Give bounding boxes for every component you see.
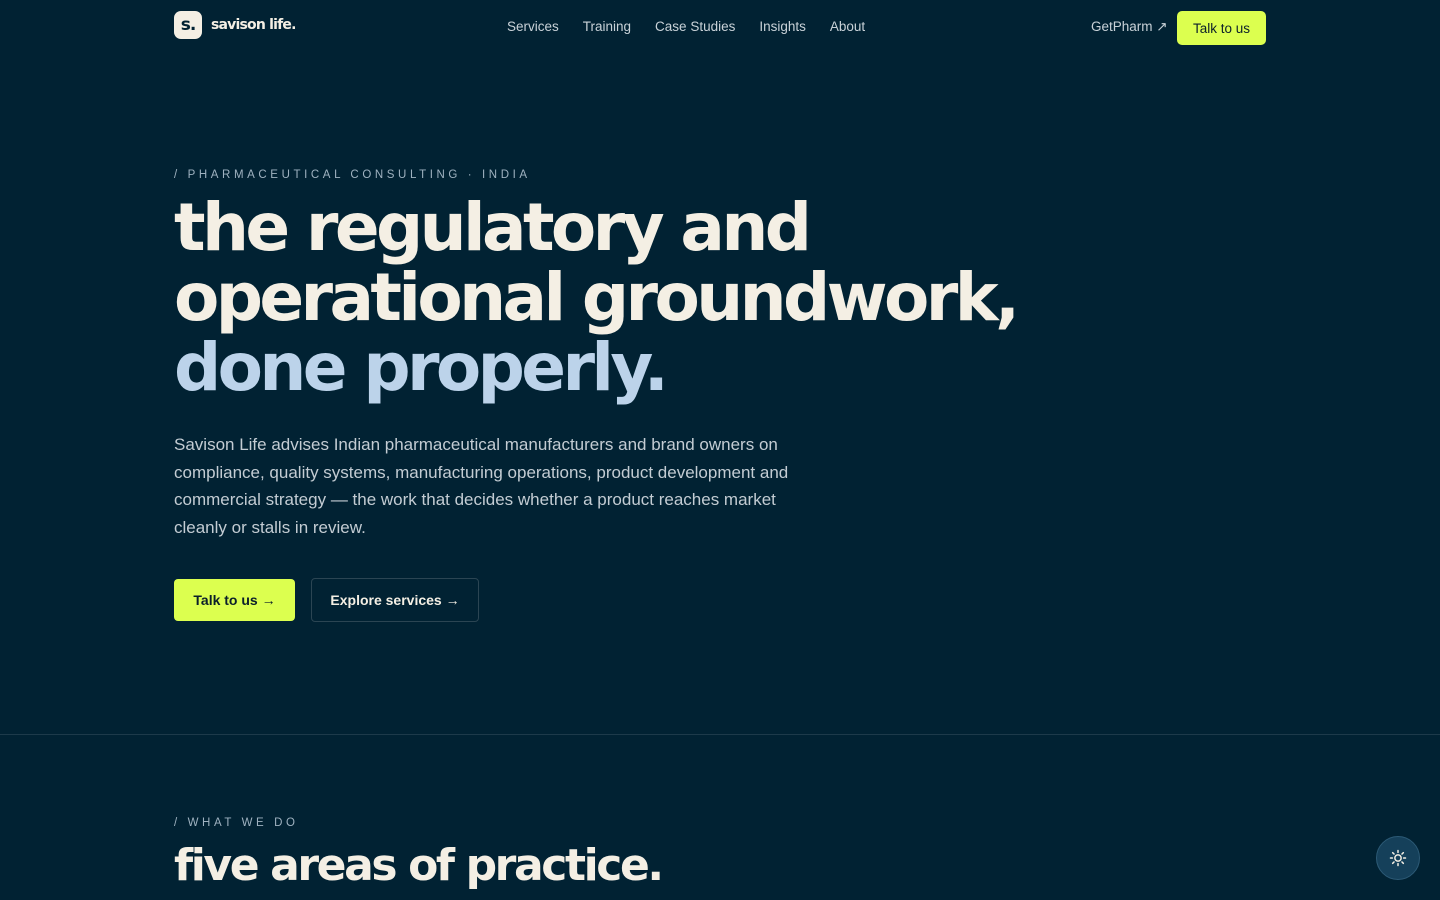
explore-services-button[interactable]: Explore services →	[311, 578, 479, 622]
logo-mark-icon: s.	[174, 11, 202, 39]
hero-description: Savison Life advises Indian pharmaceutic…	[174, 435, 789, 538]
site-header: s. savison life. Services Training Case …	[0, 0, 1440, 56]
nav-item-services[interactable]: Services	[507, 18, 559, 36]
logo-link[interactable]: s. savison life.	[174, 11, 296, 39]
hero-headline-line-1: the regulatory and	[174, 189, 812, 266]
nav-item-training[interactable]: Training	[583, 18, 631, 36]
nav-item-insights[interactable]: Insights	[759, 18, 806, 36]
what-we-do-eyebrow: / WHAT WE DO	[174, 817, 299, 829]
hero-headline: the regulatory and operational groundwor…	[174, 189, 1020, 406]
nav-item-case-studies[interactable]: Case Studies	[655, 18, 735, 36]
talk-to-us-button[interactable]: Talk to us →	[174, 579, 295, 621]
hero-headline-line-2: operational groundwork,	[174, 259, 1020, 336]
sun-icon	[1389, 849, 1407, 867]
page: s. savison life. Services Training Case …	[0, 0, 1440, 900]
nav-item-about[interactable]: About	[830, 18, 865, 36]
theme-toggle-button[interactable]	[1376, 836, 1420, 880]
section-divider	[0, 734, 1440, 735]
talk-to-us-header-button[interactable]: Talk to us	[1177, 11, 1266, 45]
hero-headline-line-3: done properly.	[174, 329, 669, 406]
getpharm-external-link[interactable]: GetPharm ↗	[1091, 18, 1168, 36]
what-we-do-title: five areas of practice.	[174, 840, 664, 891]
logo-wordmark: savison life.	[211, 17, 296, 33]
hero-eyebrow: / PHARMACEUTICAL CONSULTING · INDIA	[174, 169, 531, 181]
primary-nav: Services Training Case Studies Insights …	[507, 18, 865, 36]
